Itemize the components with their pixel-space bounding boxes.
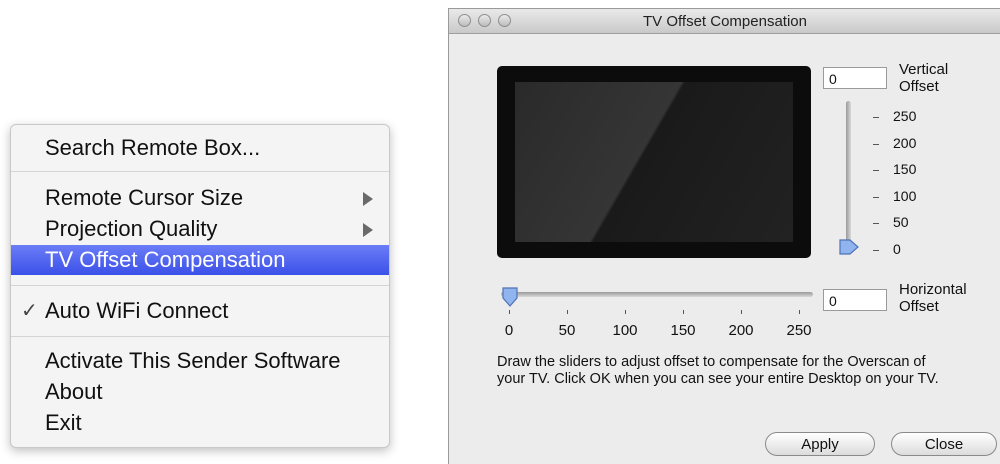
horizontal-tick-200: 200 [728,322,754,339]
menu-item-activate-sender-software[interactable]: Activate This Sender Software [11,346,389,376]
vertical-tick-50: 50 [873,214,909,230]
vertical-tick-0: 0 [873,241,901,257]
horizontal-label-line1: Horizontal [899,281,967,298]
vertical-label-line1: Vertical [899,61,949,78]
menu-item-label: About [45,379,103,404]
vertical-offset-input[interactable]: 0 [823,67,887,89]
window-title: TV Offset Compensation [643,13,807,30]
horizontal-tick-150: 150 [670,322,696,339]
menu-separator [11,336,389,337]
tv-screen [515,82,793,242]
vertical-slider-track[interactable] [846,101,851,251]
menu-item-label: Activate This Sender Software [45,348,341,373]
horizontal-label-line2: Offset [899,298,939,315]
menu-item-label: TV Offset Compensation [45,247,286,272]
horizontal-tick-mark [799,310,800,314]
menu-item-search-remote-box[interactable]: Search Remote Box... [11,133,389,163]
menu-item-label: Auto WiFi Connect [45,298,229,323]
menu-item-exit[interactable]: Exit [11,408,389,438]
horizontal-offset-label: Horizontal Offset [899,281,967,315]
submenu-arrow-icon [363,192,373,206]
vertical-label-line2: Offset [899,78,939,95]
horizontal-tick-100: 100 [612,322,638,339]
submenu-arrow-icon [363,223,373,237]
menu-item-label: Search Remote Box... [45,135,261,160]
context-menu: Search Remote Box... Remote Cursor Size … [10,124,390,448]
menu-item-auto-wifi-connect[interactable]: ✓ Auto WiFi Connect [11,296,389,326]
tv-preview [497,66,811,258]
window-titlebar[interactable]: TV Offset Compensation [449,9,1000,34]
vertical-tick-250: 250 [873,108,916,124]
menu-item-label: Remote Cursor Size [45,185,244,210]
horizontal-tick-mark [509,310,510,314]
instructions-text: Draw the sliders to adjust offset to com… [497,354,939,387]
horizontal-tick-mark [741,310,742,314]
horizontal-tick-mark [625,310,626,314]
vertical-offset-label: Vertical Offset [899,61,948,95]
horizontal-tick-0: 0 [504,322,514,339]
vertical-tick-200: 200 [873,135,916,151]
menu-item-about[interactable]: About [11,377,389,407]
menu-item-projection-quality[interactable]: Projection Quality [11,214,389,244]
menu-item-remote-cursor-size[interactable]: Remote Cursor Size [11,183,389,213]
tv-offset-window: TV Offset Compensation 0 Vertical Offset… [448,8,1000,464]
menu-item-label: Exit [45,410,82,435]
checkmark-icon: ✓ [21,300,38,322]
menu-item-label: Projection Quality [45,216,218,241]
horizontal-tick-mark [683,310,684,314]
close-button[interactable]: Close [891,432,997,456]
horizontal-slider-knob[interactable] [501,287,519,307]
vertical-tick-100: 100 [873,188,916,204]
horizontal-offset-input[interactable]: 0 [823,289,887,311]
horizontal-tick-250: 250 [786,322,812,339]
horizontal-tick-50: 50 [558,322,576,339]
apply-button[interactable]: Apply [765,432,875,456]
menu-separator [11,285,389,286]
horizontal-slider-track[interactable] [501,292,813,297]
vertical-slider-knob[interactable] [839,238,859,256]
menu-item-tv-offset-compensation[interactable]: TV Offset Compensation [11,245,389,275]
menu-separator [11,171,389,172]
horizontal-tick-mark [567,310,568,314]
vertical-tick-150: 150 [873,161,916,177]
